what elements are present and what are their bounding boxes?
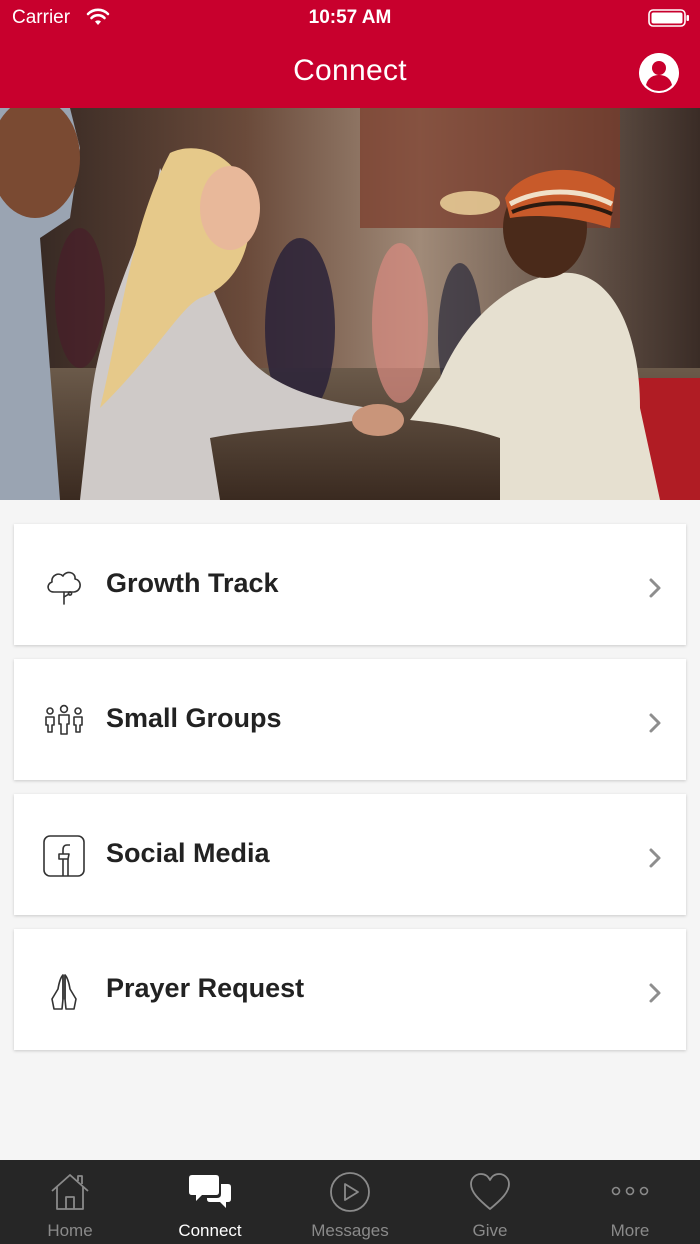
menu-item-small-groups[interactable]: Small Groups — [14, 659, 686, 780]
tree-icon — [47, 571, 81, 605]
chat-bubbles-icon — [189, 1175, 231, 1208]
heart-icon — [470, 1173, 510, 1210]
praying-hands-icon — [51, 974, 77, 1010]
tab-label: Give — [472, 1221, 508, 1240]
tab-messages[interactable]: Messages — [280, 1160, 420, 1244]
app-header: Carrier 10:57 AM Connect — [0, 0, 700, 108]
profile-button[interactable] — [639, 53, 679, 93]
tab-connect[interactable]: Connect — [140, 1160, 280, 1244]
menu-item-growth-track[interactable]: Growth Track — [14, 524, 686, 645]
tab-label: Connect — [178, 1221, 242, 1240]
hero-photo — [0, 108, 700, 500]
chevron-right-icon — [649, 578, 661, 598]
tab-give[interactable]: Give — [420, 1160, 560, 1244]
user-avatar-icon — [639, 53, 679, 93]
status-bar: Carrier 10:57 AM — [0, 0, 700, 36]
menu-item-label: Growth Track — [106, 568, 279, 598]
tab-more[interactable]: More — [560, 1160, 700, 1244]
chevron-right-icon — [649, 983, 661, 1003]
menu-item-label: Social Media — [106, 838, 270, 868]
tab-home[interactable]: Home — [0, 1160, 140, 1244]
menu-item-prayer-request[interactable]: Prayer Request — [14, 929, 686, 1050]
tab-bar: Home Connect Messages Give More — [0, 1160, 700, 1244]
play-circle-icon — [330, 1172, 370, 1212]
tab-label: Messages — [311, 1221, 389, 1240]
status-time: 10:57 AM — [308, 7, 392, 28]
tab-label: Home — [47, 1221, 93, 1240]
chevron-right-icon — [649, 713, 661, 733]
connect-menu: Growth Track Small Groups Social Media P… — [14, 524, 686, 1064]
more-dots-icon — [611, 1186, 649, 1196]
house-icon — [51, 1174, 89, 1210]
facebook-icon — [43, 835, 85, 877]
menu-item-label: Prayer Request — [106, 973, 305, 1003]
tab-label: More — [610, 1221, 650, 1240]
people-group-icon — [45, 704, 83, 735]
battery-icon — [648, 9, 689, 27]
menu-item-label: Small Groups — [106, 703, 282, 733]
menu-item-social-media[interactable]: Social Media — [14, 794, 686, 915]
chevron-right-icon — [649, 848, 661, 868]
page-title: Connect — [293, 54, 407, 87]
